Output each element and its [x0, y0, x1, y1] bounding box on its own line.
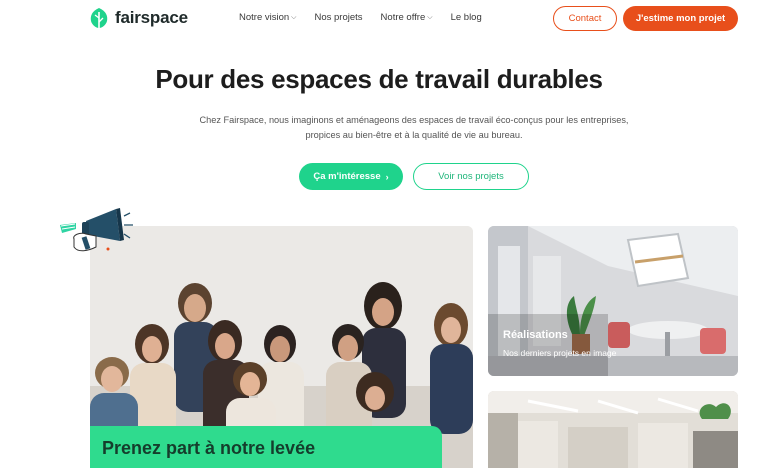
- hero-subtitle: Chez Fairspace, nous imaginons et aménag…: [150, 113, 678, 143]
- office-photo-card[interactable]: [488, 391, 738, 468]
- main-menu: Notre vision ⌵ Nos projets Notre offre ⌵…: [239, 12, 482, 23]
- interest-button[interactable]: Ça m'intéresse ›: [299, 163, 403, 190]
- realisations-title: Réalisations: [503, 329, 568, 341]
- menu-item-vision[interactable]: Notre vision ⌵: [239, 12, 296, 23]
- fundraising-banner[interactable]: Prenez part à notre levée: [90, 426, 442, 468]
- leaf-logo-icon: [90, 8, 108, 28]
- view-projects-button[interactable]: Voir nos projets: [413, 163, 529, 190]
- menu-item-blog[interactable]: Le blog: [451, 12, 482, 23]
- hero-title-highlight: durables: [494, 64, 605, 94]
- contact-button[interactable]: Contact: [553, 6, 617, 31]
- menu-item-label: Notre offre: [380, 12, 426, 23]
- menu-item-label: Notre vision: [239, 12, 290, 23]
- chevron-down-icon: ⌵: [291, 13, 297, 21]
- menu-item-label: Nos projets: [314, 12, 363, 23]
- chevron-right-icon: ›: [385, 171, 389, 182]
- menu-item-offre[interactable]: Notre offre ⌵: [381, 12, 433, 23]
- brand-name: fairspace: [115, 8, 188, 27]
- hero-subtitle-line1: Chez Fairspace, nous imaginons et aménag…: [199, 115, 629, 125]
- interest-button-label: Ça m'intéresse: [313, 171, 381, 182]
- office-photo: [488, 391, 738, 468]
- realisations-subtitle: Nos derniers projets en image: [503, 348, 617, 358]
- fundraising-title: Prenez part à notre levée: [102, 438, 316, 458]
- chevron-down-icon: ⌵: [427, 13, 433, 21]
- brand-logo[interactable]: fairspace: [89, 7, 188, 29]
- hero-title-main: Pour des espaces de travail: [155, 64, 497, 94]
- estimate-project-button[interactable]: J'estime mon projet: [623, 6, 738, 31]
- megaphone-icon: [60, 208, 133, 252]
- hero-subtitle-line2: propices au bien-être et à la qualité de…: [305, 130, 523, 140]
- hero-title: Pour des espaces de travail durables: [0, 64, 758, 95]
- menu-item-projets[interactable]: Nos projets: [314, 12, 362, 23]
- realisations-card[interactable]: Réalisations Nos derniers projets en ima…: [488, 226, 738, 376]
- menu-item-label: Le blog: [450, 12, 482, 23]
- team-photo-card[interactable]: Prenez part à notre levée: [90, 226, 473, 468]
- top-navigation: fairspace Notre vision ⌵ Nos projets Not…: [0, 0, 758, 38]
